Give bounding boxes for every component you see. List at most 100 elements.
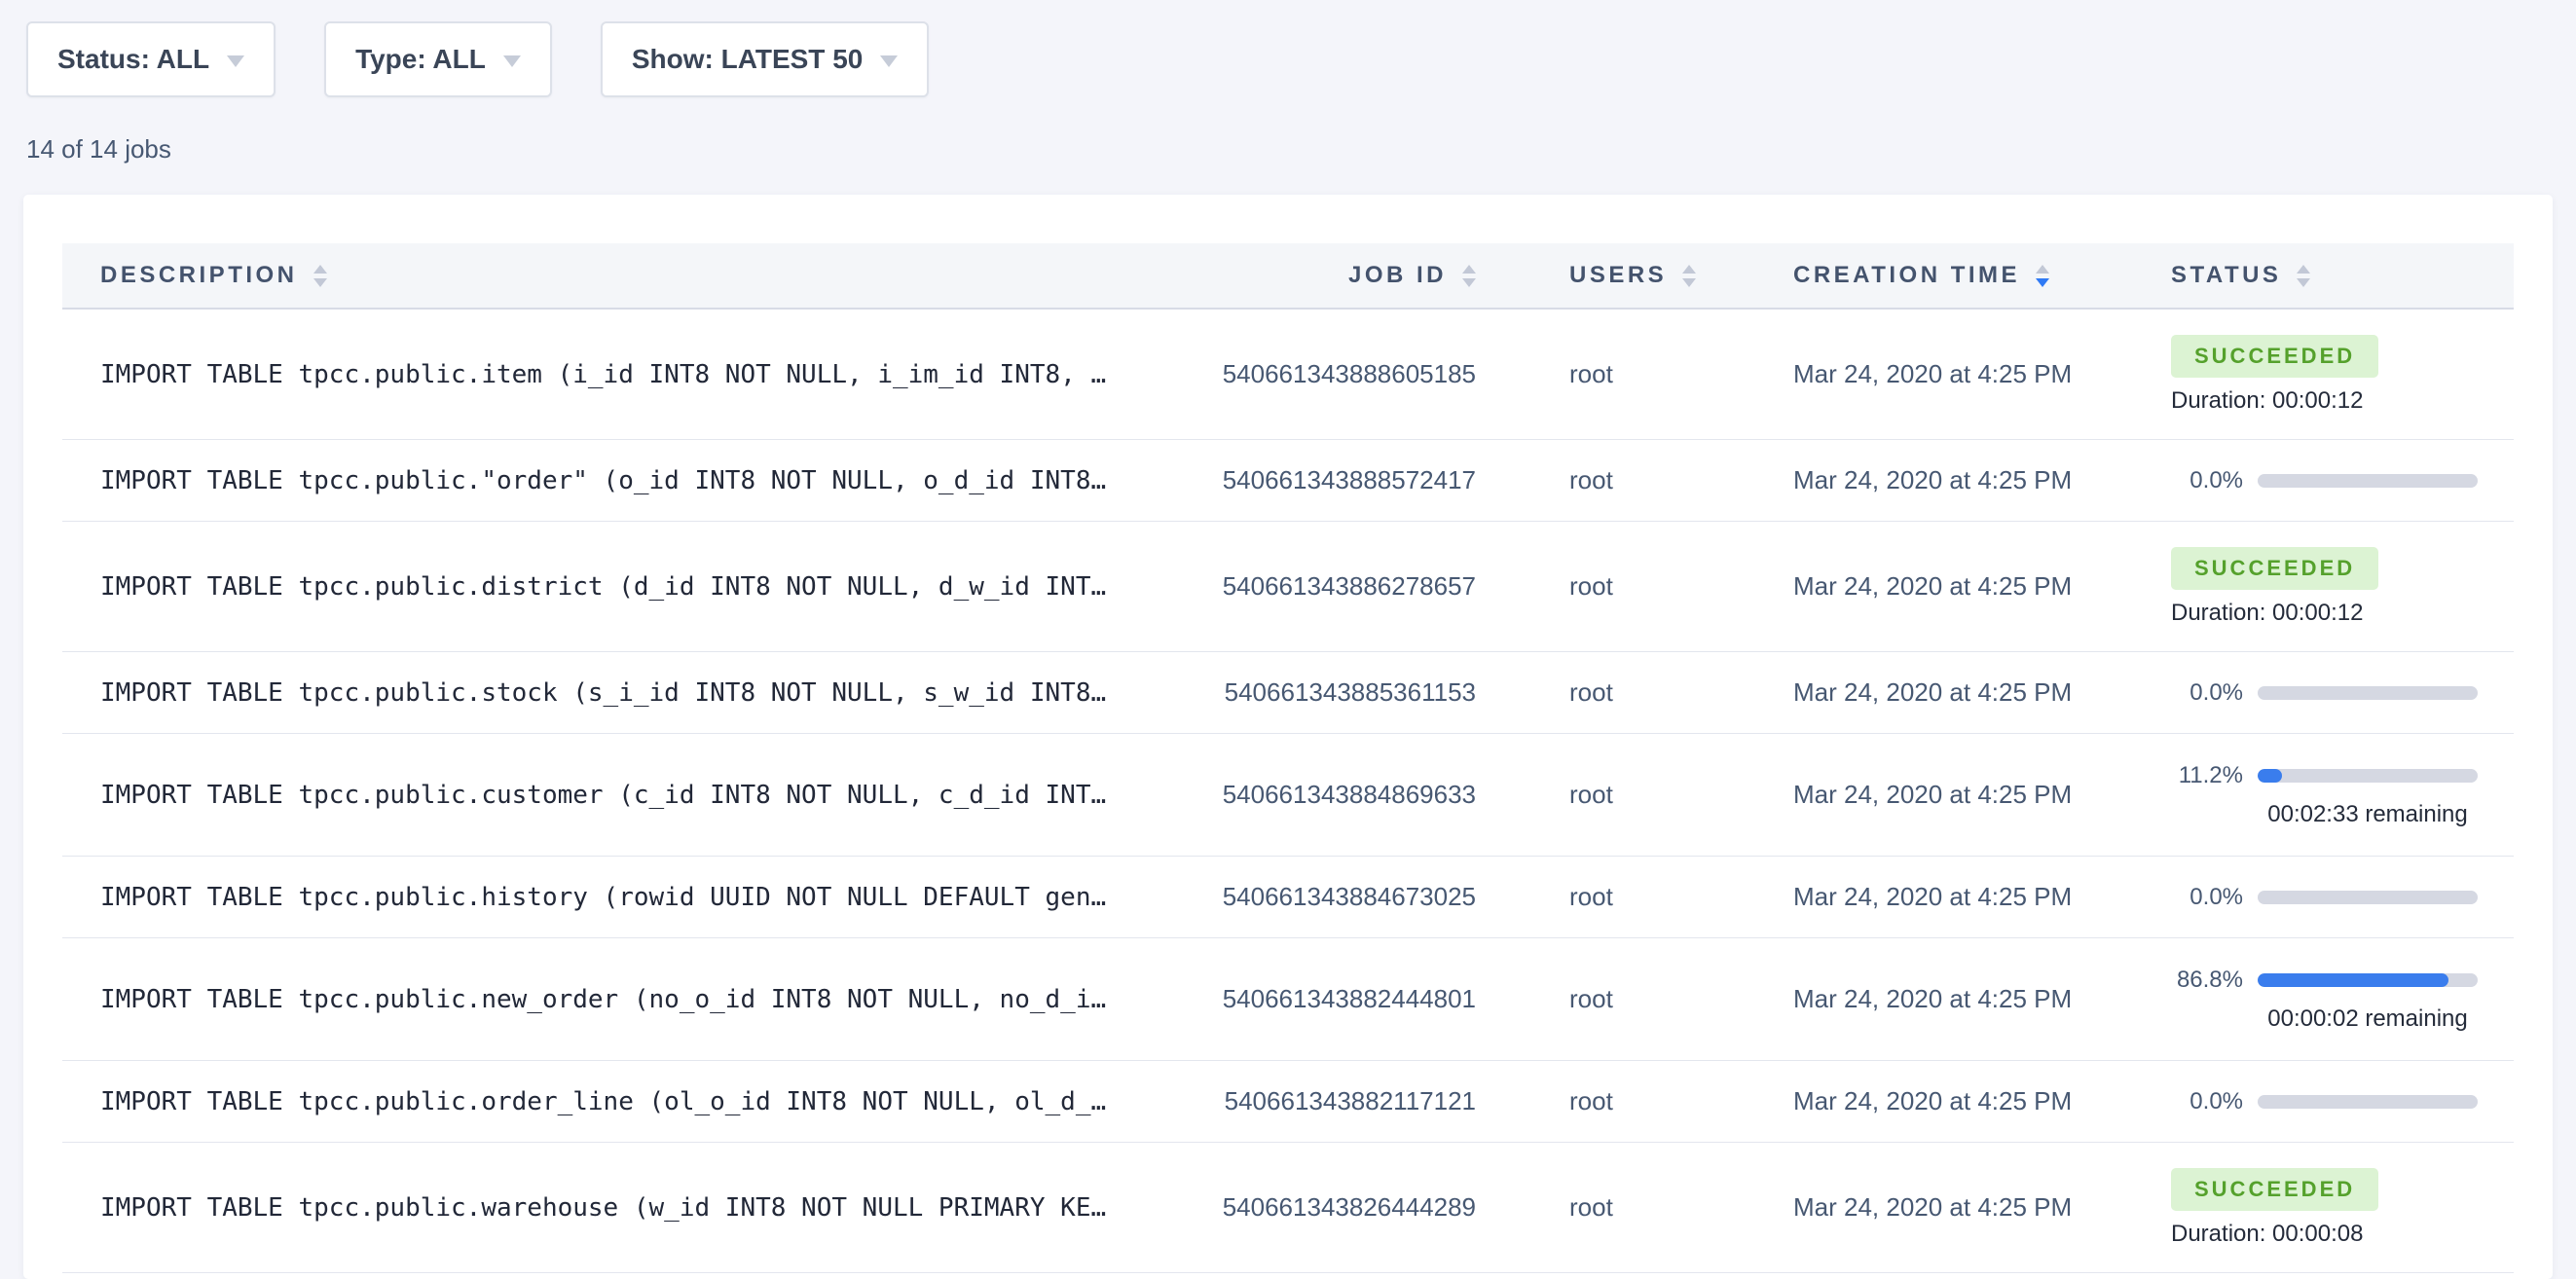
chevron-down-icon [227, 55, 244, 67]
job-progress-percent: 0.0% [2171, 679, 2243, 707]
job-id: 540661343888572417 [1184, 465, 1505, 495]
type-filter-label: Type: ALL [355, 44, 486, 75]
job-creation-time: Mar 24, 2020 at 4:25 PM [1729, 465, 2107, 495]
status-badge: SUCCEEDED [2171, 547, 2378, 590]
table-row: IMPORT TABLE tpcc.public.item (i_id INT8… [62, 310, 2514, 440]
jobs-table-card: DESCRIPTION JOB ID USERS CREATION TIME [23, 195, 2553, 1279]
table-row: IMPORT TABLE tpcc.public."order" (o_id I… [62, 440, 2514, 522]
job-duration: Duration: 00:00:12 [2171, 600, 2514, 627]
job-status-cell: 0.0% [2107, 467, 2514, 494]
show-filter-label: Show: LATEST 50 [632, 44, 864, 75]
sort-desc-icon [1682, 278, 1696, 287]
chevron-down-icon [503, 55, 521, 67]
type-filter-dropdown[interactable]: Type: ALL [324, 21, 552, 97]
table-row: IMPORT TABLE tpcc.public.customer (c_id … [62, 734, 2514, 857]
job-description: IMPORT TABLE tpcc.public.stock (s_i_id I… [62, 678, 1184, 708]
job-description: IMPORT TABLE tpcc.public.district (d_id … [62, 572, 1184, 602]
job-id: 540661343886278657 [1184, 571, 1505, 602]
jobs-count: 14 of 14 jobs [26, 134, 2576, 164]
sort-arrows [2297, 265, 2310, 287]
job-user: root [1505, 780, 1729, 810]
job-user: root [1505, 882, 1729, 912]
job-user: root [1505, 571, 1729, 602]
job-description: IMPORT TABLE tpcc.public.item (i_id INT8… [62, 360, 1184, 389]
job-user: root [1505, 359, 1729, 389]
job-id: 540661343884869633 [1184, 780, 1505, 810]
job-duration: Duration: 00:00:12 [2171, 387, 2514, 415]
job-creation-time: Mar 24, 2020 at 4:25 PM [1729, 984, 2107, 1014]
table-row: IMPORT TABLE tpcc.public.history (rowid … [62, 857, 2514, 938]
sort-arrows [2036, 265, 2049, 287]
job-user: root [1505, 465, 1729, 495]
job-id: 540661343884673025 [1184, 882, 1505, 912]
sort-asc-icon [1682, 265, 1696, 274]
job-id: 540661343885361153 [1184, 677, 1505, 708]
job-progress-percent: 0.0% [2171, 467, 2243, 494]
jobs-table-header: DESCRIPTION JOB ID USERS CREATION TIME [62, 243, 2514, 310]
column-header-users[interactable]: USERS [1505, 262, 1729, 289]
job-progress-bar [2258, 474, 2478, 488]
job-user: root [1505, 1086, 1729, 1116]
jobs-table-body: IMPORT TABLE tpcc.public.item (i_id INT8… [62, 310, 2514, 1273]
sort-asc-icon [2297, 265, 2310, 274]
job-progress-bar [2258, 891, 2478, 904]
sort-arrows [1462, 265, 1476, 287]
job-status-cell: 0.0% [2107, 679, 2514, 707]
sort-desc-icon [1462, 278, 1476, 287]
column-header-status[interactable]: STATUS [2107, 262, 2514, 289]
filter-bar: Status: ALL Type: ALL Show: LATEST 50 [0, 0, 2576, 97]
chevron-down-icon [880, 55, 898, 67]
job-creation-time: Mar 24, 2020 at 4:25 PM [1729, 359, 2107, 389]
job-creation-time: Mar 24, 2020 at 4:25 PM [1729, 1086, 2107, 1116]
job-status-cell: SUCCEEDED Duration: 00:00:12 [2107, 547, 2514, 627]
job-progress-bar [2258, 973, 2478, 987]
column-header-description[interactable]: DESCRIPTION [62, 262, 1184, 289]
job-time-remaining: 00:00:02 remaining [2258, 1005, 2478, 1033]
job-progress-bar [2258, 769, 2478, 783]
job-user: root [1505, 677, 1729, 708]
job-status-cell: 0.0% [2107, 1088, 2514, 1115]
job-description: IMPORT TABLE tpcc.public.history (rowid … [62, 883, 1184, 912]
sort-asc-icon [1462, 265, 1476, 274]
job-id: 540661343882117121 [1184, 1086, 1505, 1116]
table-row: IMPORT TABLE tpcc.public.stock (s_i_id I… [62, 652, 2514, 734]
job-description: IMPORT TABLE tpcc.public."order" (o_id I… [62, 466, 1184, 495]
job-status-cell: 86.8% 00:00:02 remaining [2107, 967, 2514, 1033]
job-status-cell: SUCCEEDED Duration: 00:00:08 [2107, 1168, 2514, 1248]
status-badge: SUCCEEDED [2171, 335, 2378, 378]
job-progress-percent: 11.2% [2171, 762, 2243, 789]
job-creation-time: Mar 24, 2020 at 4:25 PM [1729, 882, 2107, 912]
job-status-cell: 11.2% 00:02:33 remaining [2107, 762, 2514, 828]
job-progress-bar [2258, 686, 2478, 700]
job-description: IMPORT TABLE tpcc.public.order_line (ol_… [62, 1087, 1184, 1116]
column-header-creation-time[interactable]: CREATION TIME [1729, 262, 2107, 289]
job-creation-time: Mar 24, 2020 at 4:25 PM [1729, 1192, 2107, 1223]
job-progress-percent: 0.0% [2171, 884, 2243, 911]
sort-desc-icon [313, 278, 327, 287]
job-description: IMPORT TABLE tpcc.public.new_order (no_o… [62, 985, 1184, 1014]
job-creation-time: Mar 24, 2020 at 4:25 PM [1729, 677, 2107, 708]
job-status-cell: 0.0% [2107, 884, 2514, 911]
job-description: IMPORT TABLE tpcc.public.warehouse (w_id… [62, 1193, 1184, 1223]
status-badge: SUCCEEDED [2171, 1168, 2378, 1211]
job-progress-percent: 86.8% [2171, 967, 2243, 994]
sort-desc-icon [2036, 278, 2049, 287]
status-filter-label: Status: ALL [57, 44, 209, 75]
job-id: 540661343888605185 [1184, 359, 1505, 389]
job-progress-bar [2258, 1095, 2478, 1109]
table-row: IMPORT TABLE tpcc.public.order_line (ol_… [62, 1061, 2514, 1143]
job-progress-percent: 0.0% [2171, 1088, 2243, 1115]
status-filter-dropdown[interactable]: Status: ALL [26, 21, 276, 97]
job-time-remaining: 00:02:33 remaining [2258, 801, 2478, 828]
sort-arrows [313, 265, 327, 287]
job-id: 540661343882444801 [1184, 984, 1505, 1014]
sort-asc-icon [2036, 265, 2049, 274]
job-user: root [1505, 1192, 1729, 1223]
sort-arrows [1682, 265, 1696, 287]
show-filter-dropdown[interactable]: Show: LATEST 50 [601, 21, 930, 97]
job-duration: Duration: 00:00:08 [2171, 1221, 2514, 1248]
job-status-cell: SUCCEEDED Duration: 00:00:12 [2107, 335, 2514, 415]
column-header-job-id[interactable]: JOB ID [1184, 262, 1505, 289]
job-description: IMPORT TABLE tpcc.public.customer (c_id … [62, 781, 1184, 810]
job-creation-time: Mar 24, 2020 at 4:25 PM [1729, 780, 2107, 810]
